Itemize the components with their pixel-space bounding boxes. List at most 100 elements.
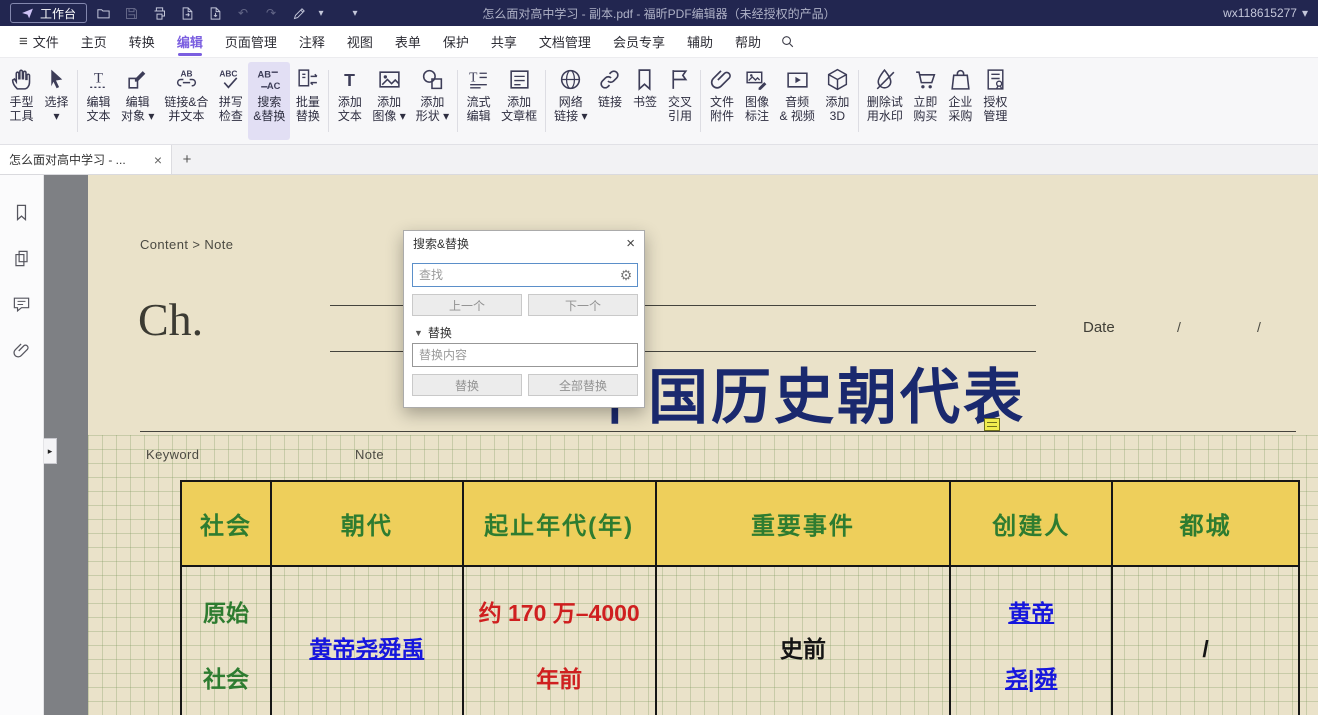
document-tab[interactable]: 怎么面对高中学习 - ... × (0, 145, 172, 174)
cell-capital: / (1111, 567, 1298, 715)
attachments-panel-icon[interactable] (12, 341, 32, 361)
ribbon-file-attachment[interactable]: 文件附件 (704, 62, 739, 140)
founder-link-2[interactable]: 尧|舜 (1005, 665, 1057, 693)
header-founder: 创建人 (949, 482, 1111, 567)
sidebar-expand-handle[interactable]: ▸ (44, 438, 57, 464)
menu-file[interactable]: ≡文件 (8, 26, 70, 58)
ribbon-link-merge-text[interactable]: 链接&合并文本 (159, 62, 213, 140)
menu-home[interactable]: 主页 (70, 26, 118, 58)
menu-edit[interactable]: 编辑 (166, 26, 214, 58)
menu-comment[interactable]: 注释 (288, 26, 336, 58)
pen-dropdown-icon[interactable]: ▾ (315, 3, 327, 23)
ribbon-add-3d[interactable]: 添加3D (820, 62, 855, 140)
ribbon-add-article-box[interactable]: 添加文章框 (496, 62, 542, 140)
workspace-button[interactable]: 工作台 (10, 3, 87, 23)
link-merge-icon (174, 67, 199, 92)
ribbon-cross-reference[interactable]: 交叉引用 (662, 62, 697, 140)
ribbon-license-management[interactable]: 授权管理 (978, 62, 1013, 140)
tab-close-icon[interactable]: × (154, 152, 162, 168)
ribbon-edit-object[interactable]: 编辑对象 ▾ (116, 62, 159, 140)
ribbon-flow-edit[interactable]: 流式编辑 (461, 62, 496, 140)
license-icon (983, 67, 1008, 92)
import-file-icon[interactable] (203, 3, 227, 23)
search-options-gear-icon[interactable]: ⚙ (615, 267, 637, 284)
replace-input[interactable] (413, 348, 637, 362)
next-button[interactable]: 下一个 (528, 294, 638, 316)
workspace-label: 工作台 (40, 5, 76, 22)
menu-convert[interactable]: 转换 (118, 26, 166, 58)
customize-toolbar-icon[interactable]: ▾ (349, 3, 361, 23)
tab-title: 怎么面对高中学习 - ... (9, 151, 148, 168)
content-area: ▸ Content > Note Ch. Date / / 中国历史朝代表 Ke… (0, 175, 1318, 715)
menu-member-exclusive[interactable]: 会员专享 (602, 26, 676, 58)
user-account-menu[interactable]: wx118615277 ▾ (1223, 6, 1308, 20)
annotation-note-icon[interactable] (984, 418, 1000, 431)
new-tab-button[interactable]: + (172, 145, 202, 174)
ribbon-audio-video[interactable]: 音频& 视频 (774, 62, 819, 140)
replace-buttons-row: 替换 全部替换 (412, 374, 638, 396)
flow-edit-icon (466, 67, 491, 92)
export-file-icon[interactable] (175, 3, 199, 23)
ribbon-bookmark[interactable]: 书签 (627, 62, 662, 140)
find-input[interactable] (413, 268, 615, 282)
ribbon-hand-tool[interactable]: 手型工具 (4, 62, 39, 140)
workspace-plane-icon (21, 7, 34, 20)
ribbon-add-shape[interactable]: 添加形状 ▾ (411, 62, 454, 140)
ribbon-web-link[interactable]: 网络链接 ▾ (549, 62, 592, 140)
menu-share[interactable]: 共享 (480, 26, 528, 58)
menu-page-management[interactable]: 页面管理 (214, 26, 288, 58)
print-icon[interactable] (147, 3, 171, 23)
bookmarks-panel-icon[interactable] (12, 203, 32, 223)
web-link-icon (558, 67, 583, 92)
ribbon-buy-now[interactable]: 立即购买 (908, 62, 943, 140)
cross-reference-icon (667, 67, 692, 92)
menu-document-management[interactable]: 文档管理 (528, 26, 602, 58)
menu-help[interactable]: 帮助 (724, 26, 772, 58)
previous-button[interactable]: 上一个 (412, 294, 522, 316)
ribbon-link[interactable]: 链接 (592, 62, 627, 140)
collapse-triangle-icon: ▼ (414, 328, 423, 338)
edit-text-icon (86, 67, 111, 92)
ribbon-search-replace[interactable]: 搜索&替换 (248, 62, 290, 140)
keyword-label: Keyword (146, 447, 199, 462)
cell-dynasty: 黄帝尧舜禹 (270, 567, 462, 715)
open-file-icon[interactable] (91, 3, 115, 23)
menu-accessibility[interactable]: 辅助 (676, 26, 724, 58)
hand-icon (9, 67, 34, 92)
ribbon-edit-text[interactable]: 编辑文本 (81, 62, 116, 140)
cart-icon (913, 67, 938, 92)
comments-panel-icon[interactable] (12, 295, 32, 315)
ribbon-enterprise-purchase[interactable]: 企业采购 (943, 62, 978, 140)
replace-section-toggle[interactable]: ▼ 替换 (414, 324, 452, 341)
replace-button[interactable]: 替换 (412, 374, 522, 396)
dialog-close-icon[interactable]: × (626, 235, 635, 252)
ribbon-batch-replace[interactable]: 批量替换 (290, 62, 325, 140)
link-icon (597, 67, 622, 92)
dynasty-table: 社会 朝代 起止年代(年) 重要事件 创建人 都城 原始 社会 黄帝尧舜禹 约 … (180, 480, 1300, 715)
menu-protect[interactable]: 保护 (432, 26, 480, 58)
watermark-icon (872, 67, 897, 92)
sign-pen-icon[interactable] (287, 3, 311, 23)
ribbon-toolbar: 手型工具 选择▾ 编辑文本 编辑对象 ▾ 链接&合并文本 拼写检查 搜索&替换 … (0, 58, 1318, 145)
redo-icon[interactable]: ↷ (259, 3, 283, 23)
ribbon-spell-check[interactable]: 拼写检查 (213, 62, 248, 140)
undo-icon[interactable]: ↶ (231, 3, 255, 23)
dynasty-link[interactable]: 黄帝尧舜禹 (309, 635, 424, 663)
ribbon-add-image[interactable]: 添加图像 ▾ (367, 62, 410, 140)
replace-all-button[interactable]: 全部替换 (528, 374, 638, 396)
search-replace-dialog: 搜索&替换 × ⚙ 上一个 下一个 ▼ 替换 替换 全部替换 (403, 230, 645, 408)
ribbon-add-text[interactable]: 添加文本 (332, 62, 367, 140)
ribbon-image-annotation[interactable]: 图像标注 (739, 62, 774, 140)
founder-link-1[interactable]: 黄帝 (1008, 599, 1054, 627)
ribbon-remove-trial-watermark[interactable]: 删除试用水印 (862, 62, 908, 140)
user-chevron-icon: ▾ (1302, 6, 1308, 20)
ribbon-separator (457, 70, 458, 132)
menu-form[interactable]: 表单 (384, 26, 432, 58)
menu-view[interactable]: 视图 (336, 26, 384, 58)
page-thumbnails-icon[interactable] (12, 249, 32, 269)
menu-search-button[interactable] (772, 34, 803, 49)
document-main-title: 中国历史朝代表 (585, 349, 1026, 436)
save-icon[interactable] (119, 3, 143, 23)
ribbon-select[interactable]: 选择▾ (39, 62, 74, 140)
menubar: ≡文件 主页 转换 编辑 页面管理 注释 视图 表单 保护 共享 文档管理 会员… (0, 26, 1318, 58)
